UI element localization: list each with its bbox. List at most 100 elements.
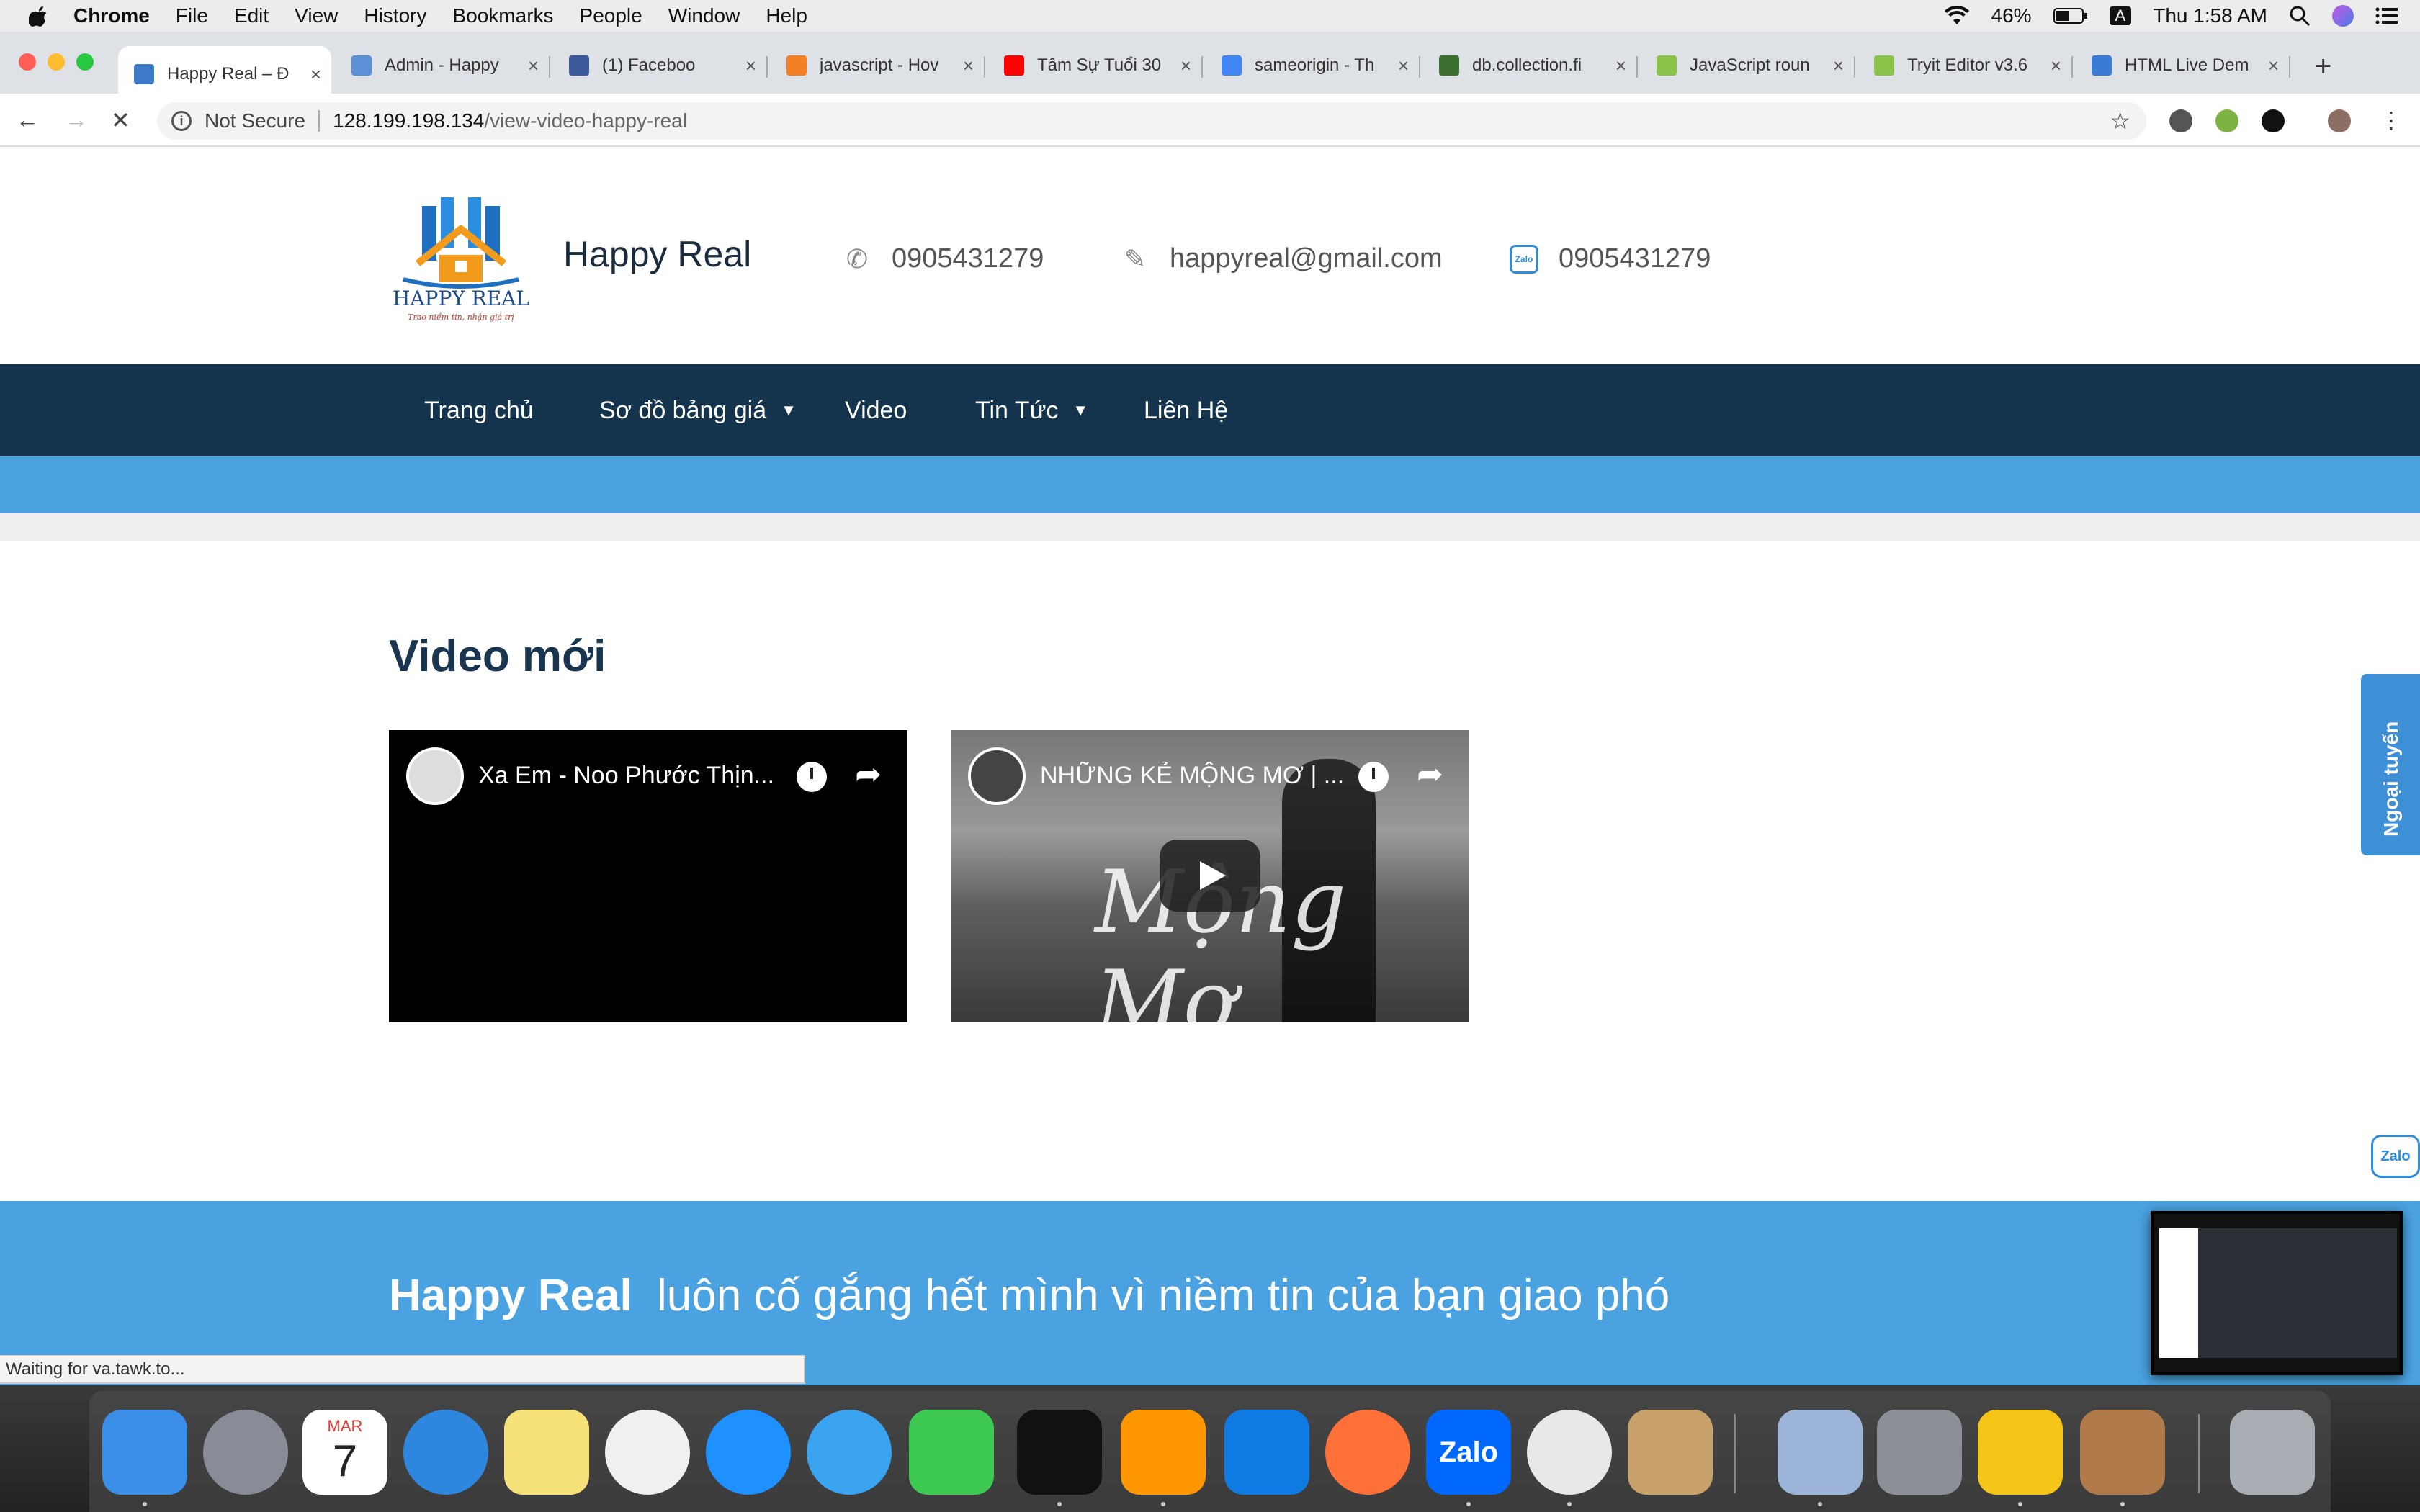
site-info-icon[interactable]: i	[171, 111, 192, 131]
wifi-icon[interactable]	[1944, 6, 1970, 26]
browser-tab[interactable]: sameorigin - Th ×	[1206, 46, 1420, 85]
site-title[interactable]: Happy Real	[563, 233, 751, 275]
nav-item-home[interactable]: Trang chủ	[424, 364, 534, 456]
close-tab-icon[interactable]: ×	[1615, 55, 1626, 77]
offline-chat-tab[interactable]: Ngoại tuyến	[2361, 674, 2420, 855]
tab-favicon-icon	[2092, 55, 2112, 76]
browser-tab[interactable]: JavaScript roun ×	[1641, 46, 1855, 85]
siri-icon[interactable]	[2332, 5, 2354, 27]
forward-arrow-icon[interactable]: →	[65, 107, 88, 133]
zalo-chat-widget[interactable]: Zalo	[2371, 1135, 2420, 1178]
browser-tab[interactable]: Admin - Happy ×	[336, 46, 550, 85]
facetime-icon[interactable]	[909, 1410, 994, 1495]
chrome-menu-icon[interactable]: ⋮	[2380, 107, 2403, 134]
watch-later-icon[interactable]	[1358, 762, 1389, 792]
notes-icon[interactable]	[504, 1410, 589, 1495]
contact-email[interactable]: ✎ happyreal@gmail.com	[1121, 243, 1443, 274]
browser-tab[interactable]: db.collection.fi ×	[1423, 46, 1638, 85]
browser-tab[interactable]: HTML Live Dem ×	[2076, 46, 2290, 85]
clock[interactable]: Thu 1:58 AM	[2153, 4, 2267, 27]
close-tab-icon[interactable]: ×	[310, 63, 321, 86]
close-tab-icon[interactable]: ×	[745, 55, 756, 77]
stop-loading-icon[interactable]: ✕	[111, 107, 130, 134]
terminal-icon[interactable]	[1017, 1410, 1102, 1495]
new-tab-button[interactable]: +	[2315, 50, 2331, 83]
notification-center-icon[interactable]	[2375, 6, 2398, 25]
close-tab-icon[interactable]: ×	[528, 55, 539, 77]
svg-text:HAPPY REAL: HAPPY REAL	[393, 287, 529, 310]
footer-brand: Happy Real	[389, 1271, 632, 1320]
mail-icon[interactable]	[1778, 1410, 1863, 1495]
menu-window[interactable]: Window	[668, 4, 740, 27]
messages-icon[interactable]	[807, 1410, 892, 1495]
nav-item-contact[interactable]: Liên Hệ	[1144, 364, 1228, 456]
app-store-icon[interactable]	[706, 1410, 791, 1495]
happy-real-logo[interactable]: HAPPY REAL Trao niềm tin, nhận giá trị	[389, 186, 533, 330]
menu-history[interactable]: History	[364, 4, 426, 27]
extension-nodejs-icon[interactable]	[2215, 109, 2238, 132]
video-title[interactable]: Xa Em - Noo Phước Thịn...	[478, 762, 788, 790]
macos-menu-bar: Chrome File Edit View History Bookmarks …	[0, 0, 2420, 32]
photos-icon[interactable]	[605, 1410, 690, 1495]
profile-avatar[interactable]	[2328, 109, 2351, 132]
teamviewer-icon[interactable]	[1224, 1410, 1309, 1495]
extension-dark-icon[interactable]	[2262, 109, 2285, 132]
launchpad-icon[interactable]	[203, 1410, 288, 1495]
zalo-icon[interactable]: Zalo	[1426, 1410, 1511, 1495]
calendar-icon[interactable]: MAR 7	[302, 1410, 387, 1495]
menu-help[interactable]: Help	[766, 4, 807, 27]
browser-tab[interactable]: javascript - Hov ×	[771, 46, 985, 85]
video-embed-1[interactable]: Xa Em - Noo Phước Thịn... ➦	[389, 730, 908, 1022]
chrome-icon[interactable]	[1527, 1410, 1612, 1495]
finder-icon[interactable]	[102, 1410, 187, 1495]
close-tab-icon[interactable]: ×	[963, 55, 974, 77]
menu-people[interactable]: People	[580, 4, 642, 27]
nav-item-news[interactable]: Tin Tức ▼	[975, 364, 1088, 456]
channel-avatar[interactable]	[406, 747, 464, 805]
menu-edit[interactable]: Edit	[234, 4, 269, 27]
close-tab-icon[interactable]: ×	[1398, 55, 1409, 77]
watch-later-icon[interactable]	[797, 762, 827, 792]
contact-zalo[interactable]: Zalo 0905431279	[1510, 243, 1711, 274]
close-window-button[interactable]	[19, 53, 36, 71]
share-icon[interactable]: ➦	[855, 756, 882, 793]
menu-app-name[interactable]: Chrome	[73, 4, 150, 27]
trash-icon[interactable]	[2230, 1410, 2315, 1495]
battery-icon[interactable]	[2053, 7, 2088, 24]
firefox-icon[interactable]	[1325, 1410, 1410, 1495]
minimize-window-button[interactable]	[48, 53, 65, 71]
contact-phone[interactable]: ✆ 0905431279	[843, 243, 1044, 274]
browser-tab[interactable]: Tâm Sự Tuổi 30 ×	[988, 46, 1203, 85]
close-tab-icon[interactable]: ×	[1833, 55, 1844, 77]
menu-view[interactable]: View	[295, 4, 338, 27]
menu-bookmarks[interactable]: Bookmarks	[452, 4, 553, 27]
safari-icon[interactable]	[403, 1410, 488, 1495]
address-bar[interactable]: i Not Secure 128.199.198.134 /view-video…	[157, 102, 2146, 140]
play-button[interactable]	[1160, 840, 1260, 912]
browser-tab[interactable]: (1) Faceboo ×	[553, 46, 768, 85]
video-title[interactable]: NHỮNG KẺ MỘNG MƠ | ...	[1040, 762, 1350, 790]
calculator-icon[interactable]	[2080, 1410, 2165, 1495]
sublime-text-icon[interactable]	[1121, 1410, 1206, 1495]
screen-thumbnail-preview[interactable]	[2151, 1211, 2403, 1375]
bookmark-star-icon[interactable]: ☆	[2110, 107, 2130, 135]
zoom-window-button[interactable]	[76, 53, 94, 71]
share-icon[interactable]: ➦	[1417, 756, 1443, 793]
menu-file[interactable]: File	[176, 4, 208, 27]
nav-item-video[interactable]: Video	[845, 364, 907, 456]
video-embed-2[interactable]: Mộng Mơ NHỮNG KẺ MỘNG MƠ | ... ➦	[951, 730, 1469, 1022]
input-source-indicator[interactable]: A	[2109, 6, 2132, 25]
close-tab-icon[interactable]: ×	[2051, 55, 2061, 77]
cyberduck-icon[interactable]	[1978, 1410, 2063, 1495]
spotlight-search-icon[interactable]	[2289, 5, 2311, 27]
extension-chat-icon[interactable]	[2169, 109, 2192, 132]
back-arrow-icon[interactable]: ←	[16, 107, 39, 133]
close-tab-icon[interactable]: ×	[1180, 55, 1191, 77]
channel-avatar[interactable]	[968, 747, 1026, 805]
apple-menu-icon[interactable]	[29, 5, 49, 27]
paintbrush-icon[interactable]	[1628, 1410, 1713, 1495]
nav-item-price-chart[interactable]: Sơ đồ bảng giá ▼	[599, 364, 797, 456]
close-tab-icon[interactable]: ×	[2268, 55, 2279, 77]
system-preferences-icon[interactable]	[1877, 1410, 1962, 1495]
browser-tab[interactable]: Tryit Editor v3.6 ×	[1858, 46, 2073, 85]
